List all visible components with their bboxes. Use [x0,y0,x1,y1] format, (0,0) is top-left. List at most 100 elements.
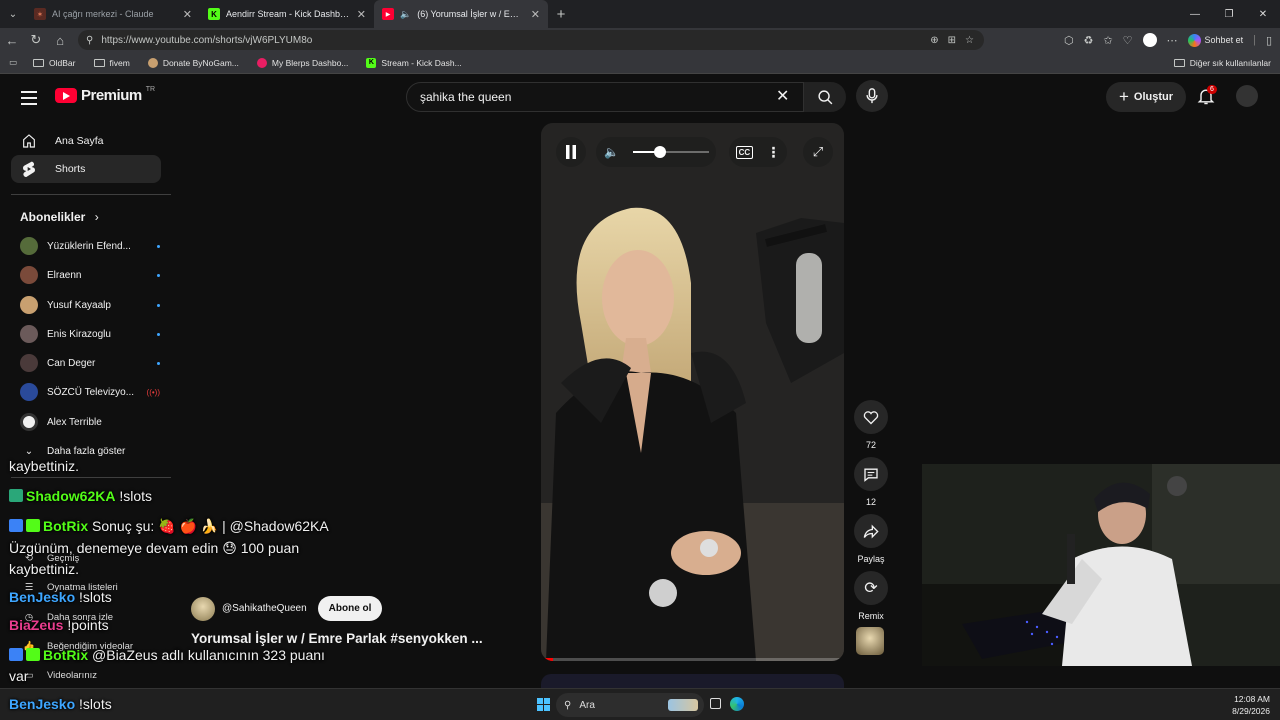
account-avatar[interactable] [1236,85,1258,107]
voice-search-button[interactable] [856,80,888,112]
subscription-item[interactable]: Elraenn [20,264,160,286]
close-icon[interactable]: ✕ [357,8,366,21]
claude-icon: ✶ [34,8,46,20]
subscribe-button[interactable]: Abone ol [317,596,383,621]
other-bookmarks[interactable]: Diğer sık kullanılanlar [1165,58,1280,68]
folder-icon [1173,58,1185,67]
tab-list-button[interactable]: ⌄ [0,9,26,20]
new-tab-button[interactable]: + [548,6,574,23]
channel-row: @SahikatheQueen Abone ol [191,596,383,621]
youtube-logo[interactable]: Premium TR [55,86,156,104]
tab-kick-dashboard[interactable]: K Aendirr Stream - Kick Dashboard ✕ [200,0,374,28]
tab-youtube[interactable]: ▶ 🔈 (6) Yorumsal İşler w / Emre Parlak ✕ [374,0,548,28]
remix-button[interactable]: ⟳ Remix [853,571,889,621]
volume-icon[interactable]: 🔈 [604,145,619,159]
more-icon[interactable]: ⋯ [1167,34,1178,47]
close-icon[interactable]: ✕ [183,8,192,21]
share-button[interactable]: Paylaş [853,514,889,564]
bookmark-label: fivem [109,57,130,68]
reload-icon[interactable]: ↻ [24,32,48,48]
address-bar[interactable]: ⚲ https://www.youtube.com/shorts/vjW6PLY… [78,30,984,50]
search-button[interactable] [804,82,846,112]
bookmark-label: My Blerps Dashbo... [271,57,349,68]
region-code: TR [145,86,156,93]
back-icon[interactable]: ← [0,33,24,48]
close-icon[interactable]: ✕ [531,8,540,21]
task-view-icon[interactable] [710,698,721,709]
channel-name: Alex Terrible [47,416,102,428]
system-clock[interactable]: 12:08 AM 8/29/2026 [1232,693,1270,717]
speaker-icon[interactable]: 🔈 [400,9,411,20]
sidebar-item-your-videos[interactable]: ▭ Videolarınız [20,664,160,686]
bookmark-blerps[interactable]: My Blerps Dashbo... [248,57,358,68]
volume-knob[interactable] [653,146,666,158]
comments-button[interactable]: 12 [853,457,889,507]
pause-button[interactable] [556,137,586,167]
menu-icon[interactable] [21,91,37,109]
copilot-button[interactable]: Sohbet et [1187,33,1243,47]
minimize-icon[interactable]: — [1178,9,1212,20]
sound-thumbnail[interactable] [856,627,884,655]
chat-line: Shadow62KA !slots [9,488,152,504]
subscription-item[interactable]: Yüzüklerin Efend... [20,235,160,257]
search-input[interactable]: şahika the queen [406,82,804,112]
chat-username: BenJesko [9,696,76,712]
captions-icon[interactable]: CC [735,145,754,159]
clear-search-icon[interactable]: ✕ [776,86,789,106]
chat-line: BiaZeus !points [9,617,109,633]
video-frame [541,123,844,661]
bookmark-kick[interactable]: K Stream - Kick Dash... [357,57,470,68]
pause-icon [566,145,576,159]
browser-essentials-icon[interactable]: ♻ [1084,34,1094,47]
subscription-item[interactable]: Can Deger [20,352,160,374]
subscription-item[interactable]: Yusuf Kayaalp [20,294,160,316]
subscription-item[interactable]: SÖZCÜ Televizyo... ((•)) [20,381,160,403]
sidebar-item-shorts[interactable]: Shorts [11,155,161,183]
subscription-item[interactable]: Enis Kirazoglu [20,323,160,345]
volume-slider[interactable] [632,146,709,158]
webcam-frame [922,464,1280,666]
clock-time: 12:08 AM [1234,694,1270,704]
channel-avatar [20,296,38,314]
health-icon[interactable]: ♡ [1123,34,1133,47]
sidebar-divider [11,477,171,478]
favorites-icon[interactable]: ✩ [1103,34,1112,47]
new-content-dot [157,303,160,307]
like-button[interactable]: 72 [853,400,889,450]
subscription-item[interactable]: Alex Terrible [20,411,160,433]
home-icon[interactable]: ⌂ [48,33,72,48]
close-window-icon[interactable]: ✕ [1246,9,1280,20]
fullscreen-button[interactable]: ⤢ [803,137,833,167]
next-short-preview[interactable] [541,674,844,688]
short-title[interactable]: Yorumsal İşler w / Emre Parlak #senyokke… [191,631,483,646]
video-progress-bar[interactable] [541,658,844,661]
bookmark-fivem[interactable]: fivem [85,58,139,68]
site-info-icon[interactable]: ⚲ [86,35,93,46]
sidebar-toggle-icon[interactable]: ▯ [1266,34,1272,47]
zoom-icon[interactable]: ⊕ [930,35,938,46]
bookmark-donate[interactable]: Donate ByNoGam... [139,57,248,68]
subscriptions-header[interactable]: Abonelikler › [20,210,99,224]
more-options-icon[interactable]: ⋮ [766,144,780,161]
taskbar-search[interactable]: ⚲ Ara [556,693,704,717]
app-install-icon[interactable]: ⊞ [948,35,956,46]
profile-icon[interactable] [1142,33,1157,47]
bookmark-oldbar[interactable]: OldBar [24,58,84,68]
sidebar-item-home[interactable]: Ana Sayfa [11,127,161,155]
tab-actions-icon[interactable]: ▭ [0,57,24,68]
edge-icon[interactable] [730,697,744,711]
extensions-icon[interactable]: ⬡ [1064,34,1074,47]
channel-handle[interactable]: @SahikatheQueen [222,603,307,614]
volume-control[interactable]: 🔈 [596,137,716,167]
notification-count-badge: 6 [1207,85,1217,94]
favorite-star-icon[interactable]: ☆ [965,35,974,46]
short-video-player[interactable]: 🔈 CC ⋮ ⤢ [541,123,844,661]
tab-claude[interactable]: ✶ AI çağrı merkezi - Claude ✕ [26,0,200,28]
maximize-icon[interactable]: ❐ [1212,9,1246,20]
donate-icon [147,57,158,68]
chat-username: BenJesko [9,589,76,605]
start-icon[interactable] [537,698,550,711]
channel-avatar[interactable] [191,596,215,621]
comment-icon [854,457,888,491]
create-button[interactable]: + Oluştur [1106,82,1186,112]
